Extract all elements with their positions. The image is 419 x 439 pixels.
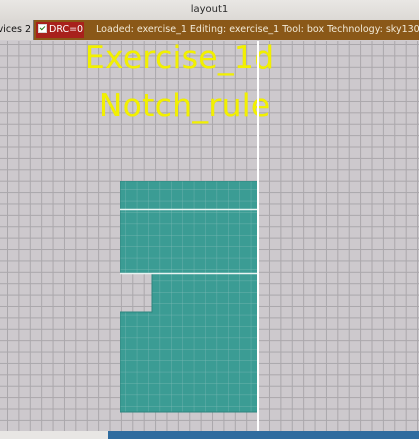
layout-shapes[interactable] xyxy=(120,181,260,413)
horizontal-scrollbar[interactable] xyxy=(0,431,419,439)
devices-tab[interactable]: Devices 2 xyxy=(0,20,34,40)
status-bar: Devices 2 DRC=0 Loaded: exercise_1 Editi… xyxy=(0,20,419,40)
label-notch-rule: Notch_rule xyxy=(99,88,271,124)
window-title: layout1 xyxy=(0,0,419,21)
scrollbar-thumb[interactable] xyxy=(108,431,419,439)
cursor-guide-line xyxy=(257,41,259,431)
layout-canvas[interactable]: Exercise_1d Notch_rule xyxy=(0,41,419,431)
checkbox-icon[interactable] xyxy=(38,24,47,33)
drc-label: DRC=0 xyxy=(49,24,84,35)
notch-polygon[interactable] xyxy=(120,181,259,413)
drc-toggle[interactable]: DRC=0 xyxy=(36,22,84,38)
devices-tab-label: Devices 2 xyxy=(0,24,31,35)
label-exercise: Exercise_1d xyxy=(85,41,275,76)
status-info: Loaded: exercise_1 Editing: exercise_1 T… xyxy=(96,24,419,35)
